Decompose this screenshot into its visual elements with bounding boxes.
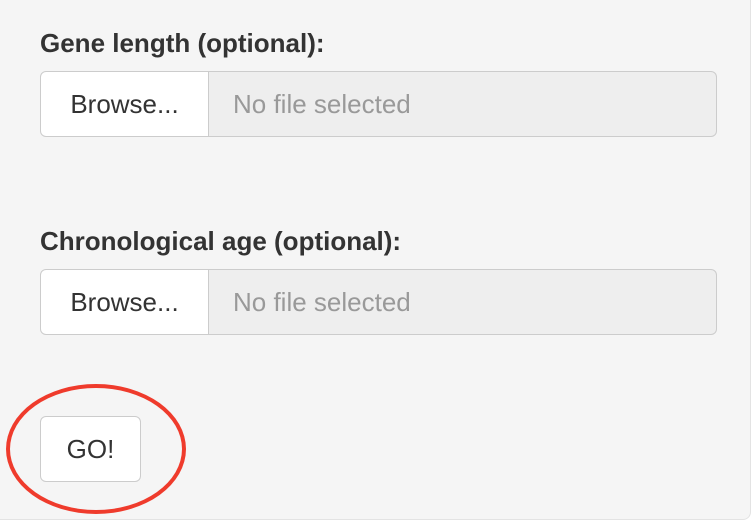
chronological-age-browse-button[interactable]: Browse... [40, 269, 209, 335]
gene-length-file-input[interactable]: Browse... No file selected [40, 71, 717, 137]
gene-length-browse-button[interactable]: Browse... [40, 71, 209, 137]
go-button[interactable]: GO! [40, 416, 141, 482]
sidebar-panel: Gene length (optional): Browse... No fil… [0, 0, 751, 520]
gene-length-label: Gene length (optional): [40, 28, 325, 58]
chronological-age-file-input[interactable]: Browse... No file selected [40, 269, 717, 335]
chronological-age-file-status: No file selected [209, 269, 717, 335]
gene-length-file-status: No file selected [209, 71, 717, 137]
chronological-age-label: Chronological age (optional): [40, 226, 402, 256]
